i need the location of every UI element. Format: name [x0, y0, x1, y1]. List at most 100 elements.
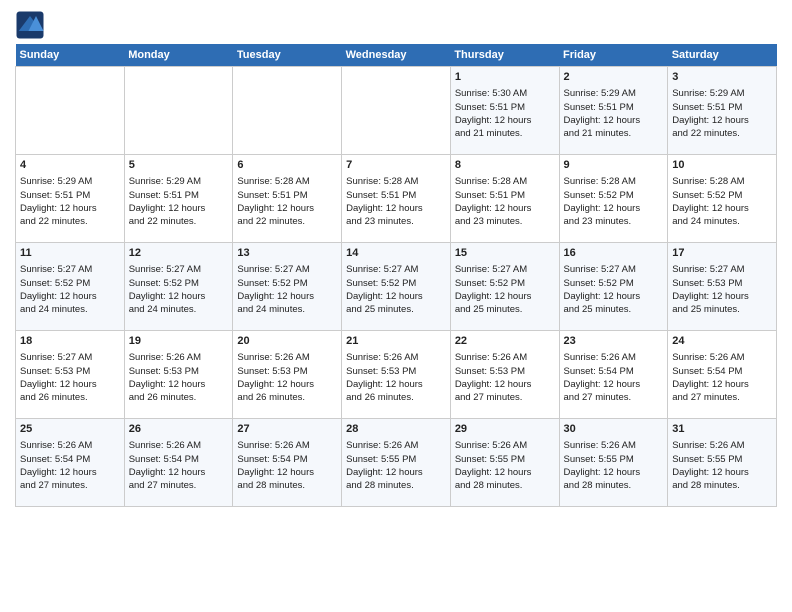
day-number: 21: [346, 334, 446, 349]
day-info: and 25 minutes.: [346, 303, 446, 316]
day-info: and 28 minutes.: [455, 479, 555, 492]
day-info: Daylight: 12 hours: [564, 202, 664, 215]
day-info: Sunset: 5:51 PM: [564, 101, 664, 114]
day-info: Sunrise: 5:26 AM: [129, 351, 229, 364]
day-info: Sunrise: 5:27 AM: [564, 263, 664, 276]
calendar-cell: 28Sunrise: 5:26 AMSunset: 5:55 PMDayligh…: [342, 419, 451, 507]
day-info: Daylight: 12 hours: [672, 114, 772, 127]
day-info: and 25 minutes.: [672, 303, 772, 316]
day-info: Sunset: 5:54 PM: [672, 365, 772, 378]
day-info: Daylight: 12 hours: [455, 378, 555, 391]
day-number: 30: [564, 422, 664, 437]
calendar-body: 1Sunrise: 5:30 AMSunset: 5:51 PMDaylight…: [16, 67, 777, 507]
day-info: Sunrise: 5:26 AM: [455, 439, 555, 452]
day-number: 10: [672, 158, 772, 173]
day-info: Daylight: 12 hours: [672, 466, 772, 479]
calendar-cell: 10 Sunrise: 5:28 AMSunset: 5:52 PMDayligh…: [668, 155, 777, 243]
calendar-cell: 8Sunrise: 5:28 AMSunset: 5:51 PMDaylight…: [450, 155, 559, 243]
day-info: Sunset: 5:52 PM: [564, 189, 664, 202]
calendar-cell: 17Sunrise: 5:27 AMSunset: 5:53 PMDayligh…: [668, 243, 777, 331]
calendar-header: SundayMondayTuesdayWednesdayThursdayFrid…: [16, 44, 777, 67]
day-info: Sunset: 5:53 PM: [129, 365, 229, 378]
day-info: Sunrise: 5:28 AM: [672, 175, 772, 188]
calendar-cell: 27Sunrise: 5:26 AMSunset: 5:54 PMDayligh…: [233, 419, 342, 507]
day-number: 23: [564, 334, 664, 349]
day-info: Sunset: 5:52 PM: [237, 277, 337, 290]
day-info: Sunset: 5:54 PM: [20, 453, 120, 466]
day-info: Daylight: 12 hours: [20, 378, 120, 391]
day-info: Sunset: 5:51 PM: [455, 101, 555, 114]
day-info: Sunset: 5:53 PM: [346, 365, 446, 378]
day-number: 17: [672, 246, 772, 261]
week-row-4: 25Sunrise: 5:26 AMSunset: 5:54 PMDayligh…: [16, 419, 777, 507]
week-row-2: 11Sunrise: 5:27 AMSunset: 5:52 PMDayligh…: [16, 243, 777, 331]
calendar-cell: 11Sunrise: 5:27 AMSunset: 5:52 PMDayligh…: [16, 243, 125, 331]
day-info: Sunset: 5:51 PM: [346, 189, 446, 202]
day-info: Daylight: 12 hours: [564, 290, 664, 303]
day-info: Sunrise: 5:27 AM: [20, 263, 120, 276]
day-info: Sunset: 5:52 PM: [672, 189, 772, 202]
week-row-1: 4Sunrise: 5:29 AMSunset: 5:51 PMDaylight…: [16, 155, 777, 243]
week-row-0: 1Sunrise: 5:30 AMSunset: 5:51 PMDaylight…: [16, 67, 777, 155]
day-info: Daylight: 12 hours: [455, 202, 555, 215]
day-number: 12: [129, 246, 229, 261]
calendar-table: SundayMondayTuesdayWednesdayThursdayFrid…: [15, 44, 777, 507]
day-info: Sunset: 5:55 PM: [672, 453, 772, 466]
day-info: Daylight: 12 hours: [237, 378, 337, 391]
day-info: Daylight: 12 hours: [20, 466, 120, 479]
logo-icon: [15, 10, 45, 40]
day-number: 13: [237, 246, 337, 261]
day-info: Sunset: 5:52 PM: [20, 277, 120, 290]
day-info: Sunrise: 5:30 AM: [455, 87, 555, 100]
day-info: Daylight: 12 hours: [237, 202, 337, 215]
header-row: SundayMondayTuesdayWednesdayThursdayFrid…: [16, 44, 777, 67]
day-info: and 23 minutes.: [346, 215, 446, 228]
day-info: and 28 minutes.: [564, 479, 664, 492]
day-info: Sunset: 5:55 PM: [564, 453, 664, 466]
day-info: Daylight: 12 hours: [564, 466, 664, 479]
header-day-wednesday: Wednesday: [342, 44, 451, 67]
day-info: Sunrise: 5:26 AM: [564, 439, 664, 452]
day-info: and 26 minutes.: [346, 391, 446, 404]
day-number: 31: [672, 422, 772, 437]
week-row-3: 18Sunrise: 5:27 AMSunset: 5:53 PMDayligh…: [16, 331, 777, 419]
header-day-thursday: Thursday: [450, 44, 559, 67]
day-info: and 27 minutes.: [129, 479, 229, 492]
day-info: Sunset: 5:53 PM: [672, 277, 772, 290]
day-info: and 24 minutes.: [129, 303, 229, 316]
day-info: and 28 minutes.: [237, 479, 337, 492]
day-number: 2: [564, 70, 664, 85]
day-info: Daylight: 12 hours: [455, 290, 555, 303]
day-info: Sunrise: 5:28 AM: [346, 175, 446, 188]
day-number: 9: [564, 158, 664, 173]
day-info: Daylight: 12 hours: [129, 378, 229, 391]
day-number: 7: [346, 158, 446, 173]
day-info: and 24 minutes.: [20, 303, 120, 316]
calendar-cell: 19Sunrise: 5:26 AMSunset: 5:53 PMDayligh…: [124, 331, 233, 419]
header-day-sunday: Sunday: [16, 44, 125, 67]
day-info: Sunset: 5:54 PM: [237, 453, 337, 466]
day-info: Daylight: 12 hours: [672, 202, 772, 215]
day-info: and 27 minutes.: [20, 479, 120, 492]
day-number: 16: [564, 246, 664, 261]
day-info: Sunrise: 5:26 AM: [564, 351, 664, 364]
calendar-cell: 24Sunrise: 5:26 AMSunset: 5:54 PMDayligh…: [668, 331, 777, 419]
day-info: Sunrise: 5:29 AM: [20, 175, 120, 188]
day-info: Daylight: 12 hours: [129, 290, 229, 303]
day-info: Sunset: 5:51 PM: [20, 189, 120, 202]
day-info: and 26 minutes.: [129, 391, 229, 404]
day-info: Sunrise: 5:27 AM: [346, 263, 446, 276]
day-info: Sunrise: 5:27 AM: [20, 351, 120, 364]
day-info: Daylight: 12 hours: [129, 202, 229, 215]
day-info: Sunset: 5:53 PM: [455, 365, 555, 378]
calendar-cell: 1Sunrise: 5:30 AMSunset: 5:51 PMDaylight…: [450, 67, 559, 155]
calendar-cell: 25Sunrise: 5:26 AMSunset: 5:54 PMDayligh…: [16, 419, 125, 507]
calendar-cell: 4Sunrise: 5:29 AMSunset: 5:51 PMDaylight…: [16, 155, 125, 243]
day-info: Daylight: 12 hours: [564, 378, 664, 391]
day-number: 25: [20, 422, 120, 437]
day-info: Sunset: 5:51 PM: [237, 189, 337, 202]
day-info: and 28 minutes.: [672, 479, 772, 492]
day-info: Daylight: 12 hours: [129, 466, 229, 479]
calendar-cell: [16, 67, 125, 155]
calendar-cell: 6Sunrise: 5:28 AMSunset: 5:51 PMDaylight…: [233, 155, 342, 243]
